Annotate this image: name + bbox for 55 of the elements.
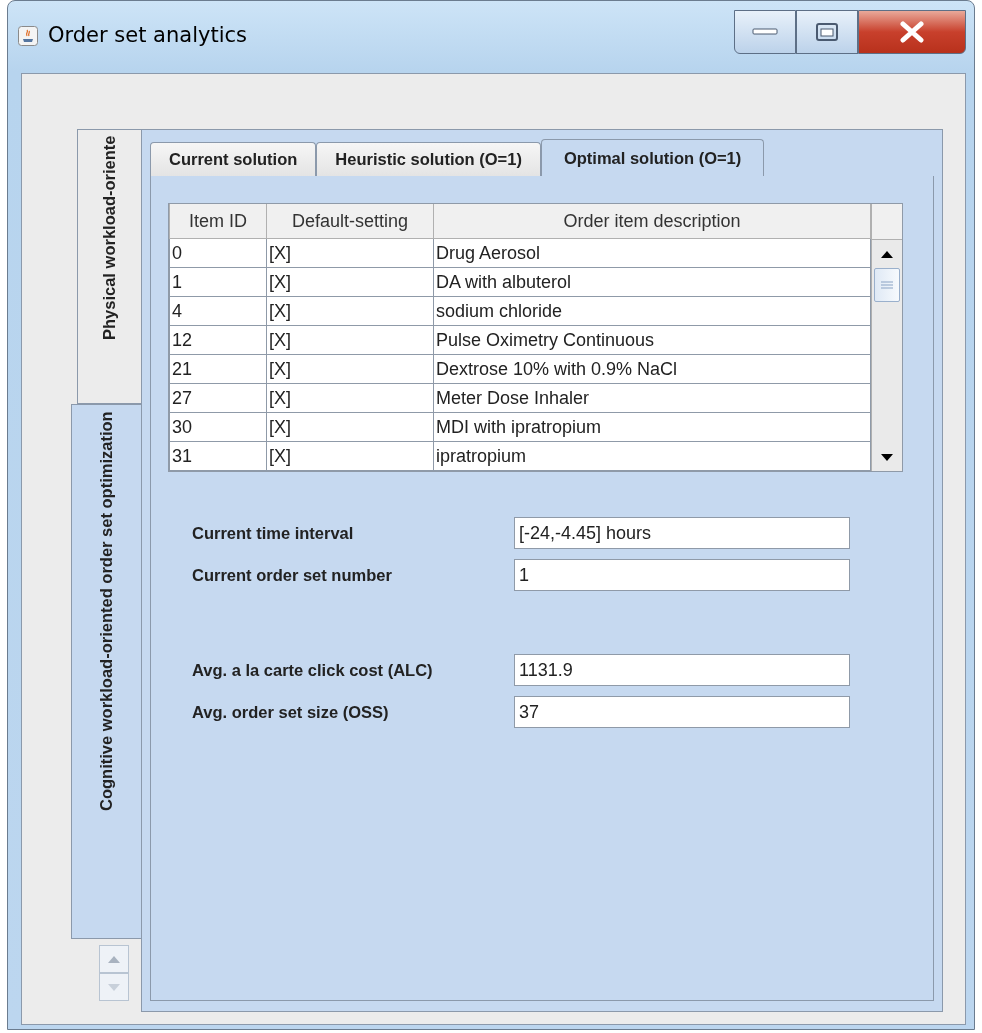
table-cell: 1 [169, 267, 267, 297]
table-cell: [X] [266, 412, 434, 442]
table-cell: [X] [266, 296, 434, 326]
table-cell: Dextrose 10% with 0.9% NaCl [433, 354, 871, 384]
tab[interactable]: Optimal solution (O=1) [540, 139, 765, 176]
input-field[interactable]: 1 [514, 559, 850, 591]
table-cell: sodium chloride [433, 296, 871, 326]
table-cell: Drug Aerosol [433, 238, 871, 268]
input-field[interactable]: 37 [514, 696, 850, 728]
column-header[interactable]: Item ID [169, 204, 267, 239]
table-cell: [X] [266, 354, 434, 384]
table-cell: MDI with ipratropium [433, 412, 871, 442]
table-cell: [X] [266, 383, 434, 413]
table-cell: 31 [169, 441, 267, 471]
down-arrow-icon [108, 983, 120, 991]
table-cell: 30 [169, 412, 267, 442]
up-arrow-icon [108, 955, 120, 963]
field-label: Current time interval [192, 523, 355, 543]
minimize-button[interactable] [734, 10, 796, 54]
tab[interactable]: Current solution [150, 142, 317, 176]
table-cell: 4 [169, 296, 267, 326]
table-cell: 27 [169, 383, 267, 413]
table-cell: 21 [169, 354, 267, 384]
column-header[interactable]: Order item description [433, 204, 871, 239]
up-arrow-icon [881, 250, 893, 258]
side-tab[interactable]: Physical workload-oriente [77, 129, 141, 404]
scrollbar[interactable] [871, 204, 902, 471]
column-header[interactable]: Default-setting [266, 204, 434, 239]
table-cell: Pulse Oximetry Continuous [433, 325, 871, 355]
table-cell: 0 [169, 238, 267, 268]
input-field[interactable]: 1131.9 [514, 654, 850, 686]
field-label: Avg. order set size (OSS) [192, 702, 390, 722]
table-cell: [X] [266, 238, 434, 268]
close-icon [899, 21, 925, 43]
field-label: Avg. a la carte click cost (ALC) [192, 660, 434, 680]
maximize-button[interactable] [796, 10, 858, 54]
table-cell: [X] [266, 267, 434, 297]
table-cell: Meter Dose Inhaler [433, 383, 871, 413]
side-tab[interactable]: Cognitive workload-oriented order set optimization [71, 404, 141, 939]
table-cell: DA with albuterol [433, 267, 871, 297]
table-cell: ipratropium [433, 441, 871, 471]
window-title: Order set analytics [48, 23, 247, 47]
grip-icon [881, 281, 893, 289]
field-label: Current order set number [192, 565, 393, 585]
app-icon [18, 26, 38, 46]
close-button[interactable] [858, 10, 966, 54]
header-corner [872, 204, 902, 240]
tab[interactable]: Heuristic solution (O=1) [316, 142, 541, 176]
table-cell: [X] [266, 325, 434, 355]
minimize-icon [752, 28, 778, 36]
maximize-icon [816, 23, 838, 41]
table-cell: 12 [169, 325, 267, 355]
down-arrow-icon [881, 453, 893, 461]
input-field[interactable]: [-24,-4.45] hours [514, 517, 850, 549]
table-cell: [X] [266, 441, 434, 471]
